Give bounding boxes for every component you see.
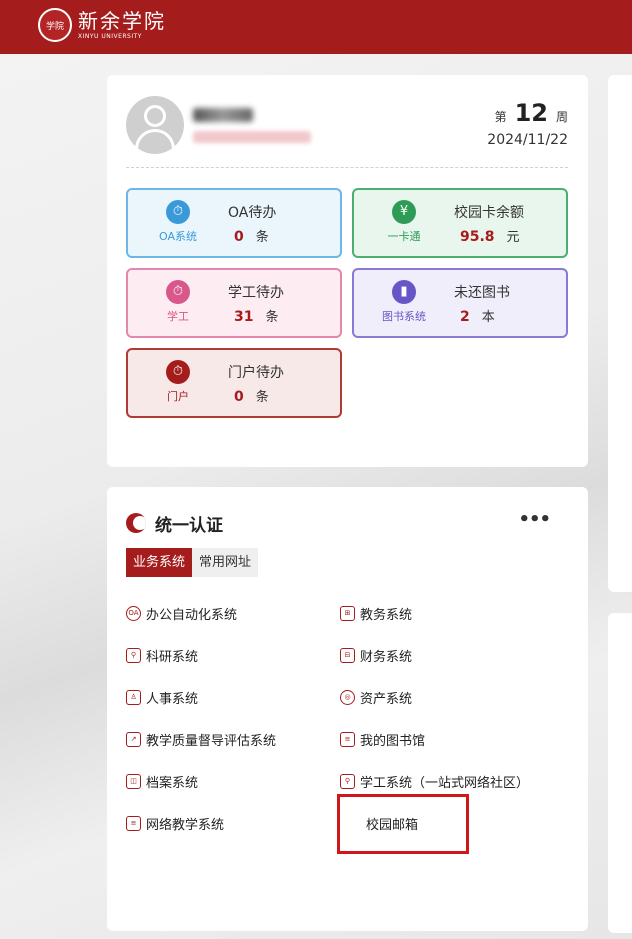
side-card-top [608,75,632,592]
week-prefix: 第 [494,110,507,124]
stat-value: 0 [234,229,244,245]
asset-icon: ◎ [340,690,355,705]
user-info-redacted [193,131,311,143]
logo-english-name: XINYU UNIVERSITY [78,33,142,40]
week-suffix: 周 [555,110,568,124]
system-link[interactable]: ♙ 人事系统 [126,688,198,707]
university-logo[interactable]: 学院 新余学院 XINYU UNIVERSITY [38,8,166,42]
stat-card[interactable]: ⏱ 门户 门户待办 0 条 [126,348,342,418]
system-link-label: 办公自动化系统 [146,608,238,623]
system-link[interactable]: ⊞ 教务系统 [340,604,412,623]
system-link-label: 人事系统 [146,692,199,707]
stat-card[interactable]: ⏱ OA系统 OA待办 0 条 [126,188,342,258]
stat-card[interactable]: ▮ 图书系统 未还图书 2 本 [352,268,568,338]
system-link-label: 我的图书馆 [360,734,426,749]
stat-unit: 条 [265,310,279,325]
oa-icon: OA [126,606,141,621]
highlight-box [337,794,469,854]
auth-title: 统一认证 [155,516,223,536]
archive-icon: ◫ [126,774,141,789]
week-indicator: 第 12 周 [495,99,568,127]
stat-system-label: 学工 [167,310,189,323]
book-icon: ▮ [392,280,416,304]
stat-unit: 元 [506,230,520,245]
stat-title: OA待办 [228,205,277,221]
avatar-head-shape [144,105,166,127]
stat-system-label: 门户 [167,390,189,403]
system-link-label: 网络教学系统 [146,818,225,833]
system-link[interactable]: OA 办公自动化系统 [126,604,237,623]
stat-unit: 条 [255,230,269,245]
system-link[interactable]: ◎ 资产系统 [340,688,412,707]
more-options-button[interactable]: ••• [518,509,551,530]
stopwatch-icon: ⏱ [166,280,190,304]
stat-value-row: 95.8 元 [460,226,520,245]
user-name-redacted [193,108,253,122]
stat-unit: 本 [481,310,495,325]
stat-value: 95.8 [460,229,495,245]
system-link-label: 资产系统 [360,692,413,707]
tab-business-systems[interactable]: 业务系统 [126,548,193,577]
library-icon: ≡ [340,732,355,747]
system-link-label: 财务系统 [360,650,413,665]
system-link[interactable]: ≡ 网络教学系统 [126,814,224,833]
chart-icon: ↗ [126,732,141,747]
system-link[interactable]: ⚲ 学工系统（一站式网络社区） [340,772,529,791]
university-seal-icon: 学院 [38,8,72,42]
side-card-bottom [608,613,632,933]
auth-tabs: 业务系统 常用网址 [126,548,259,577]
system-link-label: 科研系统 [146,650,199,665]
system-link[interactable]: ⊟ 财务系统 [340,646,412,665]
stopwatch-icon: ⏱ [166,360,190,384]
stat-value: 31 [234,309,254,325]
stopwatch-icon: ⏱ [166,200,190,224]
system-link[interactable]: ≡ 我的图书馆 [340,730,425,749]
network-icon: ⚲ [126,648,141,663]
stat-value: 0 [234,389,244,405]
system-link-label: 档案系统 [146,776,199,791]
profile-card: 第 12 周 2024/11/22 ⏱ OA系统 OA待办 0 条 ¥ 一卡通 校园卡余额 95… [107,75,588,467]
crescent-logo-icon [126,513,146,533]
system-link[interactable]: ⚲ 科研系统 [126,646,198,665]
stat-card[interactable]: ¥ 一卡通 校园卡余额 95.8 元 [352,188,568,258]
system-link-label: 教务系统 [360,608,413,623]
tab-common-sites[interactable]: 常用网址 [192,548,259,577]
stat-title: 学工待办 [228,285,284,301]
stat-value-row: 31 条 [234,306,279,325]
logo-chinese-name: 新余学院 [78,9,166,33]
stat-unit: 条 [255,390,269,405]
week-number: 12 [514,99,548,127]
stat-title: 未还图书 [454,285,510,301]
stat-system-label: 图书系统 [382,310,426,323]
person-icon: ♙ [126,690,141,705]
community-icon: ⚲ [340,774,355,789]
system-link-label: 教学质量督导评估系统 [146,734,277,749]
unified-auth-card: 统一认证 ••• 业务系统 常用网址 OA 办公自动化系统 ⊞ 教务系统 ⚲ 科研系统 ⊟ 财… [107,487,588,931]
stat-title: 门户待办 [228,365,284,381]
stat-value: 2 [460,309,470,325]
stat-card[interactable]: ⏱ 学工 学工待办 31 条 [126,268,342,338]
stat-value-row: 0条 [234,226,269,245]
system-link[interactable]: ◫ 档案系统 [126,772,198,791]
profile-divider [126,167,568,168]
top-bar: 学院 新余学院 XINYU UNIVERSITY [0,0,632,54]
current-date: 2024/11/22 [487,132,568,148]
stat-value-row: 2本 [460,306,495,325]
system-link[interactable]: ↗ 教学质量督导评估系统 [126,730,276,749]
finance-icon: ⊟ [340,648,355,663]
avatar-body-shape [135,129,175,154]
stat-system-label: 一卡通 [387,230,421,243]
avatar[interactable] [126,96,184,154]
grid-icon: ⊞ [340,606,355,621]
money-bag-icon: ¥ [392,200,416,224]
stat-value-row: 0条 [234,386,269,405]
document-icon: ≡ [126,816,141,831]
stat-system-label: OA系统 [159,230,197,243]
system-link-label: 学工系统（一站式网络社区） [360,776,530,791]
stat-title: 校园卡余额 [454,205,524,221]
